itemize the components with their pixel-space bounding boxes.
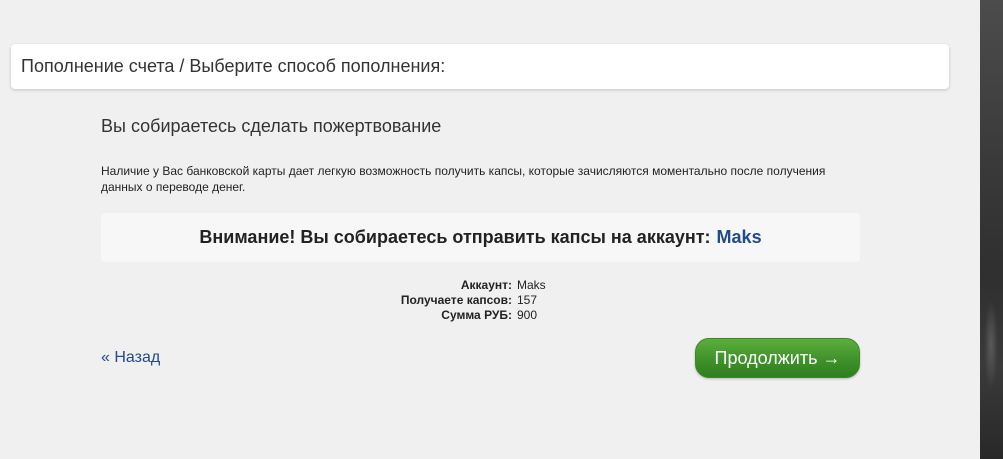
page: Пополнение счета / Выберите способ попол… [0, 0, 1003, 459]
donation-description: Наличие у Вас банковской карты дает легк… [101, 164, 826, 194]
detail-row-caps: Получаете капсов: 157 [101, 293, 860, 308]
detail-label: Сумма РУБ: [441, 308, 512, 322]
background-image-strip [980, 0, 1003, 459]
back-link[interactable]: « Назад [101, 349, 160, 367]
detail-label: Получаете капсов: [400, 293, 512, 307]
page-title: Пополнение счета / Выберите способ попол… [21, 56, 446, 76]
payment-details: Аккаунт: Maks Получаете капсов: 157 Сумм… [101, 278, 860, 323]
warning-box: Внимание! Вы собираетесь отправить капсы… [101, 213, 860, 262]
detail-value: 900 [517, 308, 538, 322]
detail-label: Аккаунт: [460, 278, 512, 292]
detail-row-account: Аккаунт: Maks [101, 278, 860, 293]
header-card: Пополнение счета / Выберите способ попол… [11, 44, 949, 89]
detail-value: 157 [517, 293, 538, 307]
warning-account-name: Maks [716, 227, 762, 247]
continue-button[interactable]: Продолжить → [695, 338, 860, 378]
detail-row-amount: Сумма РУБ: 900 [101, 308, 860, 323]
donation-heading: Вы собираетесь сделать пожертвование [101, 116, 442, 136]
warning-text: Внимание! Вы собираетесь отправить капсы… [199, 227, 711, 247]
detail-value: Maks [517, 278, 546, 292]
